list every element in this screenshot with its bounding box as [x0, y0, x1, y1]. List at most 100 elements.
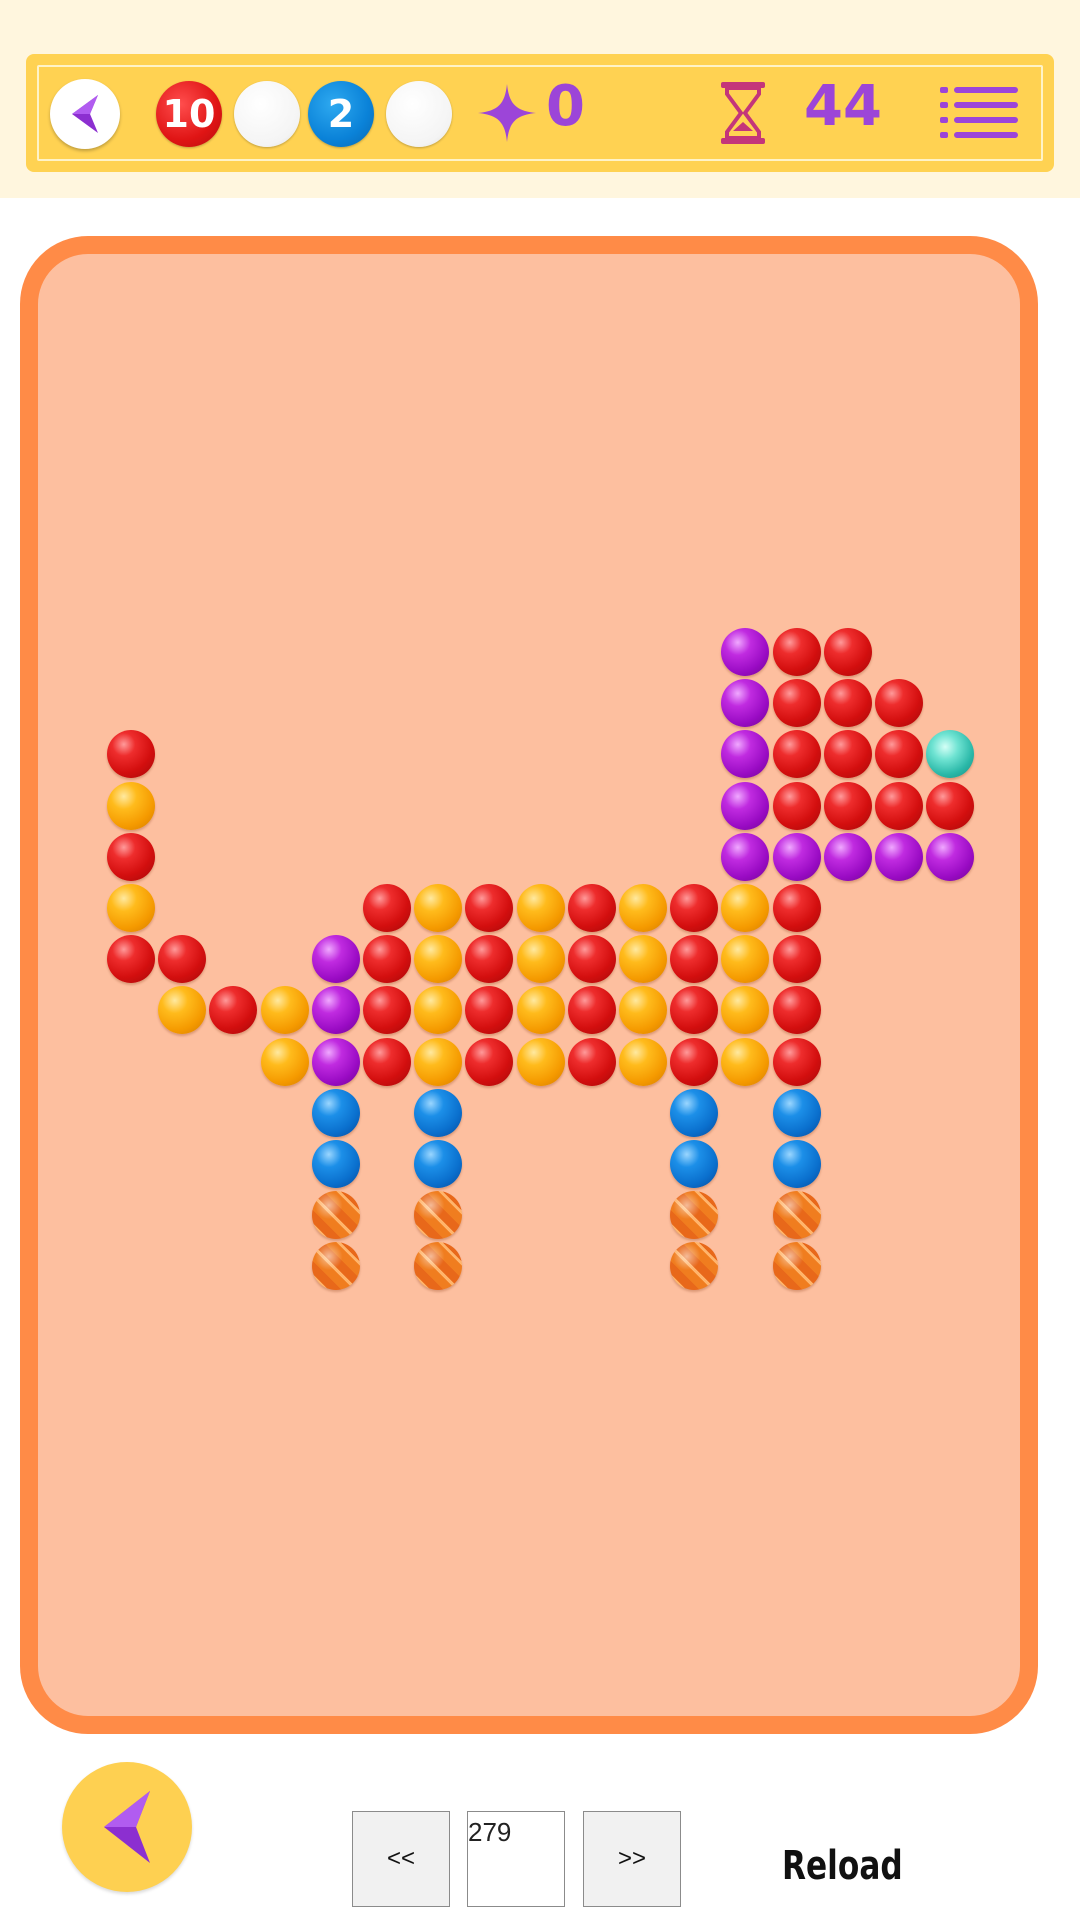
game-board[interactable] — [20, 236, 1038, 1734]
red-ball[interactable] — [772, 986, 821, 1035]
red-ball[interactable] — [875, 679, 923, 728]
reload-button[interactable]: Reload — [782, 1843, 903, 1889]
red-ball[interactable] — [823, 781, 872, 830]
orange-ball[interactable] — [414, 935, 463, 984]
orange-ball[interactable] — [107, 781, 155, 830]
red-ball[interactable] — [107, 832, 155, 881]
red-ball[interactable] — [926, 781, 975, 830]
orange-ball[interactable] — [619, 935, 667, 984]
striped-ball[interactable] — [311, 1191, 360, 1240]
striped-ball[interactable] — [670, 1191, 719, 1240]
back-button[interactable] — [62, 1762, 192, 1892]
orange-ball[interactable] — [619, 1037, 667, 1086]
blue-ball-counter: 2 — [308, 81, 374, 147]
purple-ball[interactable] — [721, 781, 770, 830]
striped-ball[interactable] — [414, 1242, 463, 1291]
orange-ball[interactable] — [260, 1037, 309, 1086]
orange-ball[interactable] — [721, 884, 770, 932]
red-ball[interactable] — [363, 1037, 411, 1086]
red-ball[interactable] — [209, 986, 258, 1035]
red-ball[interactable] — [772, 730, 821, 779]
purple-ball[interactable] — [311, 986, 360, 1035]
purple-ball[interactable] — [721, 832, 770, 881]
timer-value: 44 — [804, 74, 882, 139]
red-ball[interactable] — [363, 884, 411, 932]
red-ball[interactable] — [772, 628, 821, 676]
purple-ball[interactable] — [926, 832, 975, 881]
blue-ball[interactable] — [311, 1140, 360, 1188]
purple-ball[interactable] — [721, 628, 770, 676]
orange-ball[interactable] — [619, 884, 667, 932]
striped-ball[interactable] — [311, 1242, 360, 1291]
blue-ball[interactable] — [414, 1088, 463, 1137]
teal-ball[interactable] — [926, 730, 975, 779]
red-ball[interactable] — [670, 884, 719, 932]
orange-ball[interactable] — [414, 1037, 463, 1086]
orange-ball[interactable] — [721, 1037, 770, 1086]
level-number-input[interactable]: 279 — [467, 1811, 565, 1907]
purple-ball[interactable] — [772, 832, 821, 881]
blue-ball[interactable] — [670, 1140, 719, 1188]
red-ball[interactable] — [670, 935, 719, 984]
red-ball[interactable] — [670, 1037, 719, 1086]
red-ball[interactable] — [465, 884, 514, 932]
back-arrow-icon — [104, 1791, 150, 1863]
striped-ball[interactable] — [772, 1191, 821, 1240]
purple-ball[interactable] — [721, 730, 770, 779]
menu-list-icon[interactable] — [940, 82, 1020, 142]
red-ball[interactable] — [823, 679, 872, 728]
blue-ball[interactable] — [311, 1088, 360, 1137]
red-ball-counter: 10 — [156, 81, 222, 147]
red-ball[interactable] — [158, 935, 207, 984]
orange-ball[interactable] — [516, 935, 565, 984]
blue-ball[interactable] — [414, 1140, 463, 1188]
orange-ball[interactable] — [516, 986, 565, 1035]
empty-ball-slot — [386, 81, 452, 147]
red-ball[interactable] — [567, 1037, 616, 1086]
orange-ball[interactable] — [721, 935, 770, 984]
blue-ball[interactable] — [772, 1140, 821, 1188]
blue-ball[interactable] — [772, 1088, 821, 1137]
orange-ball[interactable] — [721, 986, 770, 1035]
red-ball[interactable] — [567, 935, 616, 984]
red-ball[interactable] — [875, 730, 923, 779]
red-ball[interactable] — [465, 1037, 514, 1086]
red-ball[interactable] — [772, 1037, 821, 1086]
next-level-button[interactable]: >> — [583, 1811, 681, 1907]
red-ball[interactable] — [363, 986, 411, 1035]
previous-level-button[interactable]: << — [352, 1811, 450, 1907]
red-ball[interactable] — [107, 730, 155, 779]
red-ball[interactable] — [107, 935, 155, 984]
orange-ball[interactable] — [414, 986, 463, 1035]
red-ball[interactable] — [567, 884, 616, 932]
purple-ball[interactable] — [875, 832, 923, 881]
purple-ball[interactable] — [823, 832, 872, 881]
purple-ball[interactable] — [311, 1037, 360, 1086]
hud-back-button[interactable] — [50, 79, 120, 149]
orange-ball[interactable] — [414, 884, 463, 932]
orange-ball[interactable] — [516, 1037, 565, 1086]
red-ball[interactable] — [567, 986, 616, 1035]
red-ball[interactable] — [875, 781, 923, 830]
striped-ball[interactable] — [414, 1191, 463, 1240]
red-ball[interactable] — [772, 679, 821, 728]
red-ball[interactable] — [465, 986, 514, 1035]
red-ball[interactable] — [772, 781, 821, 830]
orange-ball[interactable] — [260, 986, 309, 1035]
blue-ball[interactable] — [670, 1088, 719, 1137]
orange-ball[interactable] — [619, 986, 667, 1035]
red-ball[interactable] — [823, 730, 872, 779]
orange-ball[interactable] — [158, 986, 207, 1035]
red-ball[interactable] — [363, 935, 411, 984]
red-ball[interactable] — [772, 884, 821, 932]
purple-ball[interactable] — [721, 679, 770, 728]
striped-ball[interactable] — [772, 1242, 821, 1291]
red-ball[interactable] — [823, 628, 872, 676]
red-ball[interactable] — [772, 935, 821, 984]
red-ball[interactable] — [465, 935, 514, 984]
orange-ball[interactable] — [107, 884, 155, 932]
red-ball[interactable] — [670, 986, 719, 1035]
orange-ball[interactable] — [516, 884, 565, 932]
striped-ball[interactable] — [670, 1242, 719, 1291]
purple-ball[interactable] — [311, 935, 360, 984]
